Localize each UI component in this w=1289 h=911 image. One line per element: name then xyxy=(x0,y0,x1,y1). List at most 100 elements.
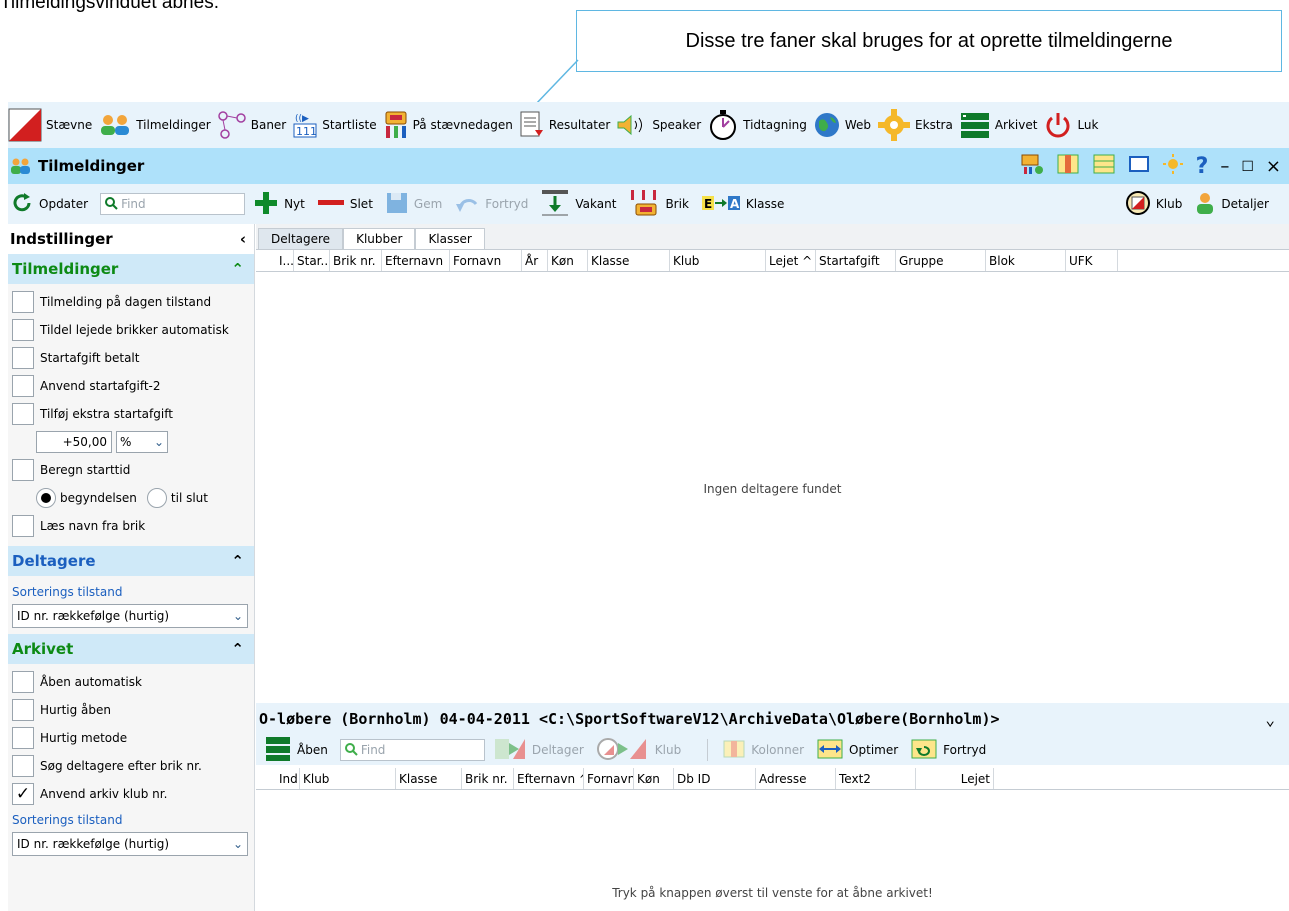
checkbox[interactable] xyxy=(12,699,34,721)
check-quick-open[interactable]: Hurtig åben xyxy=(8,696,254,724)
checkbox[interactable] xyxy=(12,671,34,693)
chevron-down-icon[interactable]: ⌄ xyxy=(1265,710,1275,729)
collapse-sidebar-icon[interactable]: ‹ xyxy=(240,230,246,248)
check-archive-club[interactable]: ✓ Anvend arkiv klub nr. xyxy=(8,780,254,808)
chip-button[interactable]: Brik xyxy=(628,188,689,221)
menu-tilmeldinger[interactable]: Tilmeldinger xyxy=(98,113,211,137)
checkbox[interactable] xyxy=(12,347,34,369)
column-header[interactable]: Adresse xyxy=(756,768,836,789)
archive-open-button[interactable]: Åben xyxy=(264,736,328,765)
details-button[interactable]: Detaljer xyxy=(1194,191,1269,218)
column-header[interactable]: Efternavn xyxy=(382,250,450,271)
menu-speaker[interactable]: Speaker xyxy=(616,113,701,137)
radio-end[interactable] xyxy=(146,488,167,508)
column-header[interactable]: Fornavn ^ xyxy=(584,768,634,789)
checkbox[interactable] xyxy=(12,727,34,749)
radio-begin[interactable] xyxy=(36,488,56,508)
checkbox[interactable] xyxy=(12,291,34,313)
check-day-registration[interactable]: Tilmelding på dagen tilstand xyxy=(8,288,254,316)
column-header[interactable]: UFK xyxy=(1066,250,1118,271)
checkbox[interactable] xyxy=(12,755,34,777)
column-header[interactable]: Klub xyxy=(300,768,396,789)
column-header[interactable]: Køn xyxy=(548,250,588,271)
section-tilmeldinger[interactable]: Tilmeldinger ⌃ xyxy=(8,254,254,284)
column-header[interactable]: Text2 xyxy=(836,768,916,789)
fee-value-input[interactable]: +50,00 xyxy=(36,431,112,453)
tab-klubber[interactable]: Klubber xyxy=(343,228,416,249)
tab-klasser[interactable]: Klasser xyxy=(415,228,485,249)
check-fee-2[interactable]: Anvend startafgift-2 xyxy=(8,372,254,400)
menu-tidtagning[interactable]: Tidtagning xyxy=(707,109,807,141)
section-arkivet[interactable]: Arkivet ⌃ xyxy=(8,634,254,664)
search-input[interactable]: Find xyxy=(100,193,246,215)
minimize-icon[interactable]: – xyxy=(1220,156,1229,177)
column-header[interactable]: I... xyxy=(276,250,294,271)
column-header[interactable]: Db ID xyxy=(674,768,756,789)
tab-deltagere[interactable]: Deltagere xyxy=(258,228,344,249)
archive-club-button[interactable]: Klub xyxy=(596,737,681,764)
menu-baner[interactable]: Baner xyxy=(217,110,286,140)
columns-icon[interactable] xyxy=(1056,153,1080,180)
column-header[interactable]: Fornavn xyxy=(450,250,522,271)
check-fee-paid[interactable]: Startafgift betalt xyxy=(8,344,254,372)
check-read-name[interactable]: Læs navn fra brik xyxy=(8,512,254,540)
rows-icon[interactable] xyxy=(1092,153,1116,180)
check-extra-fee[interactable]: Tilføj ekstra startafgift xyxy=(8,400,254,428)
help-icon[interactable]: ? xyxy=(1196,154,1209,179)
column-header[interactable]: Startafgift xyxy=(816,250,896,271)
checkbox-checked[interactable]: ✓ xyxy=(12,783,34,805)
archive-participant-button[interactable]: Deltager xyxy=(493,737,584,764)
checkbox[interactable] xyxy=(12,375,34,397)
class-button[interactable]: EA Klasse xyxy=(701,194,784,215)
menu-paa-staevnedagen[interactable]: På stævnedagen xyxy=(383,110,513,140)
fee-unit-select[interactable]: % ⌄ xyxy=(116,431,168,453)
archive-search-input[interactable]: Find xyxy=(339,739,485,761)
undo-button[interactable]: Fortryd xyxy=(454,192,528,217)
column-header[interactable]: Efternavn ^ xyxy=(514,768,584,789)
vacant-button[interactable]: Vakant xyxy=(540,188,616,221)
column-header[interactable]: Lejet xyxy=(916,768,994,789)
column-header[interactable]: Klub xyxy=(670,250,766,271)
delete-button[interactable]: Slet xyxy=(317,197,373,211)
checkbox[interactable] xyxy=(12,319,34,341)
column-header[interactable]: Brik nr. xyxy=(330,250,382,271)
check-calc-start[interactable]: Beregn starttid xyxy=(8,456,254,484)
checkbox[interactable] xyxy=(12,459,34,481)
column-header[interactable]: Blok xyxy=(986,250,1066,271)
menu-resultater[interactable]: Resultater xyxy=(519,110,610,140)
sort-select[interactable]: ID nr. rækkefølge (hurtig) ⌄ xyxy=(12,604,248,628)
column-header[interactable]: Klasse xyxy=(588,250,670,271)
column-header[interactable]: Lejet ^ xyxy=(766,250,816,271)
window-icon[interactable] xyxy=(1128,154,1150,179)
menu-startliste[interactable]: ((▶ 111 Startliste xyxy=(292,110,377,140)
column-header[interactable]: Gruppe xyxy=(896,250,986,271)
club-button[interactable]: Klub xyxy=(1125,190,1182,219)
checkbox[interactable] xyxy=(12,515,34,537)
check-open-auto[interactable]: Åben automatisk xyxy=(8,668,254,696)
check-quick-method[interactable]: Hurtig metode xyxy=(8,724,254,752)
menu-stævne[interactable]: Stævne xyxy=(8,108,92,142)
column-header[interactable]: År xyxy=(522,250,548,271)
column-header[interactable]: Køn xyxy=(634,768,674,789)
chip-settings-icon[interactable] xyxy=(1020,153,1044,180)
archive-optimize-button[interactable]: Optimer xyxy=(816,738,898,763)
update-button[interactable]: Opdater xyxy=(10,191,88,218)
section-deltagere[interactable]: Deltagere ⌃ xyxy=(8,546,254,576)
menu-web[interactable]: Web xyxy=(813,111,871,139)
column-header[interactable]: Ind xyxy=(276,768,300,789)
column-header[interactable]: Star... xyxy=(294,250,330,271)
check-search-by-chip[interactable]: Søg deltagere efter brik nr. xyxy=(8,752,254,780)
sort-select-2[interactable]: ID nr. rækkefølge (hurtig) ⌄ xyxy=(12,832,248,856)
new-button[interactable]: Nyt xyxy=(253,190,305,219)
column-header[interactable]: Brik nr. xyxy=(462,768,514,789)
menu-luk[interactable]: Luk xyxy=(1043,110,1098,140)
archive-columns-button[interactable]: Kolonner xyxy=(722,739,804,762)
column-header[interactable]: Klasse xyxy=(396,768,462,789)
archive-undo-button[interactable]: Fortryd xyxy=(910,738,986,763)
checkbox[interactable] xyxy=(12,403,34,425)
maximize-icon[interactable]: ☐ xyxy=(1241,159,1254,175)
close-icon[interactable]: × xyxy=(1266,156,1281,177)
check-rented-chips[interactable]: Tildel lejede brikker automatisk xyxy=(8,316,254,344)
sun-settings-icon[interactable] xyxy=(1162,153,1184,180)
menu-ekstra[interactable]: Ekstra xyxy=(877,108,953,142)
